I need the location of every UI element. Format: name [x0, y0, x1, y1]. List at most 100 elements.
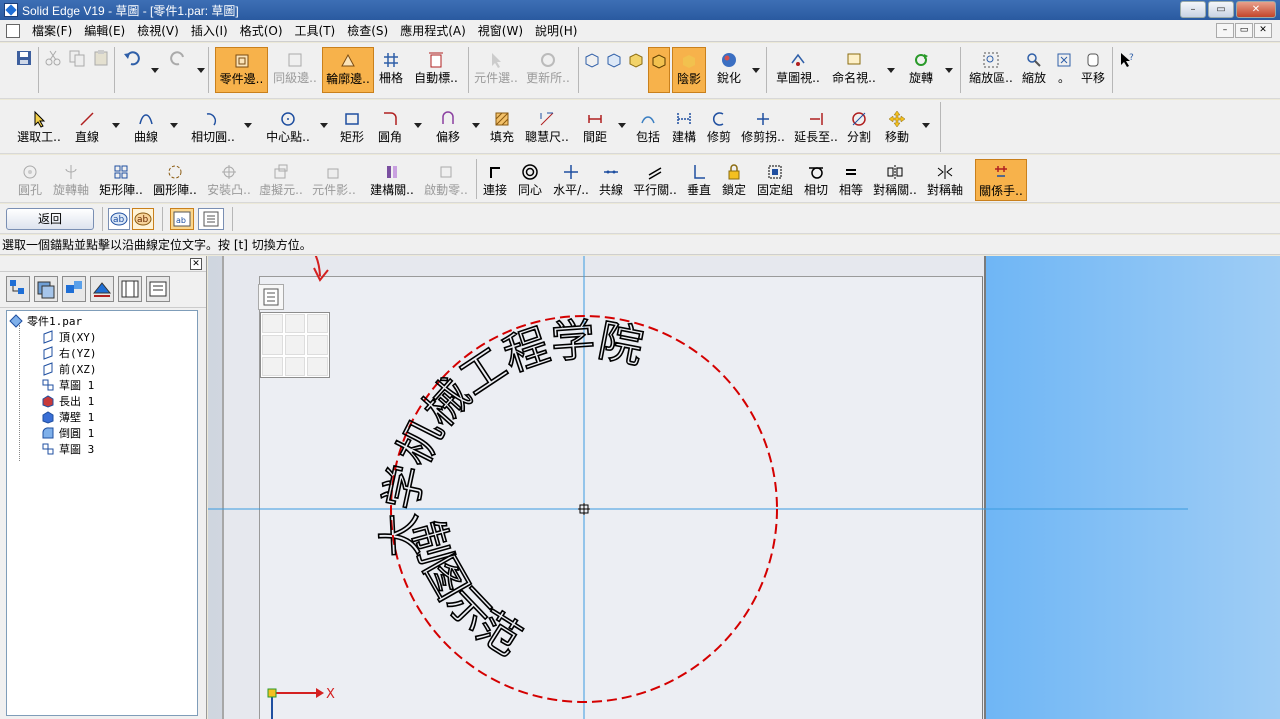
- document-icon[interactable]: [6, 23, 20, 38]
- text-alignment-button[interactable]: [198, 208, 224, 230]
- restore-button[interactable]: ▭: [1208, 1, 1234, 18]
- redo-dropdown-icon[interactable]: [197, 68, 205, 73]
- graphics-window[interactable]: 大学机械工程学院 制图示范 X: [208, 256, 1280, 719]
- cut-button[interactable]: [42, 45, 64, 93]
- offset-button[interactable]: 偏移: [430, 106, 466, 150]
- named-view-button[interactable]: 命名視..: [828, 47, 880, 93]
- align-middle-center[interactable]: [284, 335, 306, 355]
- visible-edges-button[interactable]: [626, 47, 646, 93]
- align-top-right[interactable]: [307, 314, 328, 334]
- menu-insert[interactable]: 插入(I): [185, 20, 234, 42]
- undo-dropdown-icon[interactable]: [151, 68, 159, 73]
- zoom-button[interactable]: 縮放: [1018, 47, 1050, 93]
- contour-edges-button[interactable]: 輪廓邊..: [322, 47, 374, 93]
- trim-button[interactable]: 修剪: [704, 106, 734, 150]
- text-position-button[interactable]: ab: [170, 208, 194, 230]
- align-top-left[interactable]: [262, 314, 283, 334]
- symmetric-relation-button[interactable]: 對稱關..: [870, 159, 920, 201]
- relation-handles-button[interactable]: 關係手..: [975, 159, 1027, 201]
- doc-close-button[interactable]: ✕: [1254, 23, 1272, 38]
- curve-button[interactable]: 曲線: [128, 106, 164, 150]
- connect-button[interactable]: 連接: [480, 159, 510, 201]
- hole-button[interactable]: 圓孔: [14, 159, 46, 201]
- horizontal-vertical-button[interactable]: 水平/..: [550, 159, 592, 201]
- rotate-button[interactable]: 旋轉: [904, 47, 938, 93]
- text-style-highlight-button[interactable]: ab: [132, 208, 154, 230]
- align-top-center[interactable]: [284, 314, 306, 334]
- menu-tools[interactable]: 工具(T): [289, 20, 342, 42]
- tab-layers[interactable]: [34, 276, 58, 302]
- help-pointer-button[interactable]: ?: [1116, 47, 1138, 93]
- redo-button[interactable]: [166, 45, 190, 93]
- close-button[interactable]: ✕: [1236, 1, 1276, 18]
- sketch-view-button[interactable]: 草圖視..: [774, 47, 822, 93]
- fillet-dropdown-icon[interactable]: [414, 123, 422, 128]
- wireframe-view-button[interactable]: [582, 47, 602, 93]
- fill-button[interactable]: 填充: [486, 106, 518, 150]
- align-middle-left[interactable]: [262, 335, 283, 355]
- activate-part-button[interactable]: 啟動零..: [420, 159, 472, 201]
- tab-family[interactable]: [62, 276, 86, 302]
- virtual-part-button[interactable]: 虛擬元..: [256, 159, 306, 201]
- text-along-curve-top[interactable]: 大学机械工程学院: [374, 314, 648, 559]
- align-bottom-center[interactable]: [284, 356, 306, 376]
- part-select-button[interactable]: 元件選..: [472, 47, 520, 93]
- return-button[interactable]: 返回: [6, 208, 94, 230]
- save-button[interactable]: [12, 45, 36, 93]
- circle-dropdown-icon[interactable]: [320, 123, 328, 128]
- menu-applications[interactable]: 應用程式(A): [394, 20, 472, 42]
- revolve-axis-button[interactable]: 旋轉軸: [50, 159, 92, 201]
- menu-window[interactable]: 視窗(W): [472, 20, 529, 42]
- copy-button[interactable]: [66, 45, 88, 93]
- smart-dimension-button[interactable]: 聰慧尺..: [522, 106, 572, 150]
- tab-sensors[interactable]: [90, 276, 114, 302]
- perpendicular-button[interactable]: 垂直: [684, 159, 714, 201]
- grid-button[interactable]: 柵格: [376, 47, 406, 93]
- distance-button[interactable]: 間距: [578, 106, 612, 150]
- rigid-set-button[interactable]: 固定組: [754, 159, 796, 201]
- mount-boss-button[interactable]: 安裝凸..: [204, 159, 254, 201]
- circ-pattern-button[interactable]: 圓形陣..: [150, 159, 200, 201]
- text-along-curve-bottom[interactable]: 制图示范: [401, 515, 530, 666]
- tree-item-protrusion-1[interactable]: 長出 1: [41, 393, 94, 409]
- peer-edges-button[interactable]: 同級邊..: [270, 47, 320, 93]
- paste-button[interactable]: [90, 45, 112, 93]
- tree-item-round-1[interactable]: 倒圓 1: [41, 425, 94, 441]
- tangent-arc-button[interactable]: 相切圓..: [186, 106, 240, 150]
- fit-button[interactable]: 。: [1052, 47, 1076, 93]
- build-relation-button[interactable]: 建構關..: [366, 159, 418, 201]
- rotate-dropdown-icon[interactable]: [945, 68, 953, 73]
- equal-button[interactable]: 相等: [836, 159, 866, 201]
- sharpen-button[interactable]: 銳化: [712, 47, 746, 93]
- menu-edit[interactable]: 編輯(E): [78, 20, 131, 42]
- move-button[interactable]: 移動: [880, 106, 914, 150]
- edgebar-close-button[interactable]: ✕: [190, 258, 202, 270]
- menu-help[interactable]: 說明(H): [529, 20, 583, 42]
- parallel-button[interactable]: 平行關..: [630, 159, 680, 201]
- include-button[interactable]: 包括: [632, 106, 664, 150]
- shading-button[interactable]: 陰影: [672, 47, 706, 93]
- part-shadow-button[interactable]: 元件影..: [308, 159, 360, 201]
- pan-button[interactable]: 平移: [1078, 47, 1108, 93]
- minimize-button[interactable]: –: [1180, 1, 1206, 18]
- tab-feature-library[interactable]: [146, 276, 170, 302]
- named-view-dropdown-icon[interactable]: [887, 68, 895, 73]
- tangent-button[interactable]: 相切: [800, 159, 832, 201]
- trim-corner-button[interactable]: 修剪拐..: [738, 106, 788, 150]
- align-middle-right[interactable]: [307, 335, 328, 355]
- rect-pattern-button[interactable]: 矩形陣..: [96, 159, 146, 201]
- collinear-button[interactable]: 共線: [596, 159, 626, 201]
- update-all-button[interactable]: 更新所..: [522, 47, 574, 93]
- tree-item-front-plane[interactable]: 前(XZ): [41, 361, 97, 377]
- select-tool-button[interactable]: 選取工..: [14, 106, 64, 150]
- split-button[interactable]: 分割: [842, 106, 876, 150]
- lock-button[interactable]: 鎖定: [718, 159, 750, 201]
- hidden-edges-button[interactable]: [604, 47, 624, 93]
- center-point-button[interactable]: 中心點..: [262, 106, 314, 150]
- doc-minimize-button[interactable]: –: [1216, 23, 1234, 38]
- undo-button[interactable]: [120, 45, 144, 93]
- text-style-button[interactable]: ab: [108, 208, 130, 230]
- menu-view[interactable]: 檢視(V): [131, 20, 185, 42]
- rectangle-button[interactable]: 矩形: [336, 106, 368, 150]
- distance-dropdown-icon[interactable]: [618, 123, 626, 128]
